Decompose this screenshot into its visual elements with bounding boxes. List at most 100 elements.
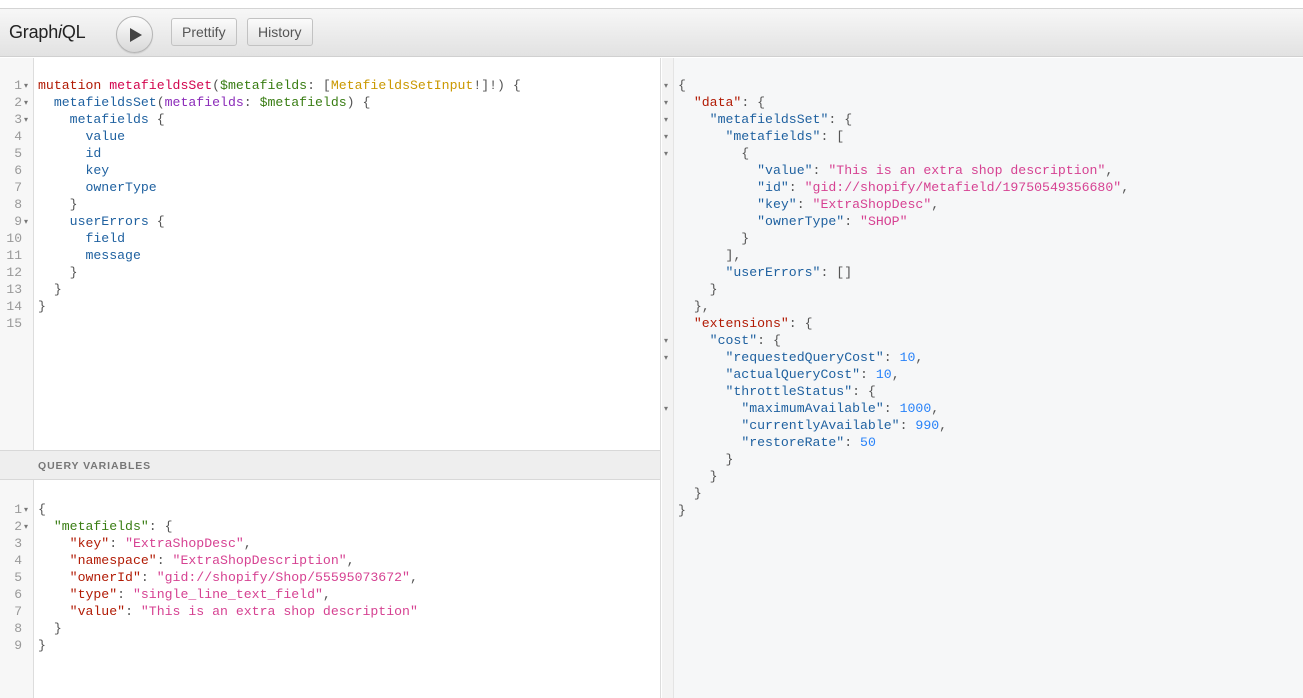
line-number: 4 — [14, 553, 22, 568]
line-number: 6 — [14, 163, 22, 178]
fold-arrow-icon — [24, 264, 34, 281]
query-editor-pane: 1 2 3 4 5 6 7 8 9 10 11 12 13 14 15 ▾ ▾ ▾ ▾ mutation met… — [0, 58, 661, 698]
fold-arrow-icon — [664, 519, 674, 536]
line-number: 6 — [14, 587, 22, 602]
line-number: 8 — [14, 197, 22, 212]
fold-arrow-icon: ▾ — [664, 149, 669, 158]
app-title-prefix: Graph — [9, 22, 59, 42]
query-line: message — [85, 248, 141, 263]
result-line: "metafieldsSet": { — [709, 112, 853, 127]
fold-arrow-icon: ▾ — [664, 132, 669, 141]
line-number: 2 — [14, 519, 22, 534]
line-number: 9 — [14, 638, 22, 653]
result-line: } — [678, 503, 686, 518]
fold-arrow-icon — [664, 281, 674, 298]
query-line: } — [38, 197, 78, 212]
fold-arrow-icon: ▾ — [664, 353, 669, 362]
fold-arrow-icon: ▾ — [664, 115, 669, 124]
fold-arrow-icon — [24, 552, 34, 569]
line-number: 10 — [6, 231, 22, 246]
result-line: "maximumAvailable": 1000, — [741, 401, 940, 416]
toolbar: GraphiQL Prettify History — [0, 9, 1303, 57]
line-number: 14 — [6, 299, 22, 314]
variables-fold-markers[interactable]: ▾ ▾ — [24, 501, 34, 654]
variables-line: "type": "single_line_text_field", — [69, 587, 331, 602]
fold-arrow-icon — [24, 196, 34, 213]
result-line: }, — [678, 299, 710, 314]
result-line: { — [678, 146, 750, 161]
query-line: } — [38, 265, 78, 280]
result-line: { — [678, 78, 686, 93]
result-line: "id": "gid://shopify/Metafield/197505493… — [757, 180, 1130, 195]
fold-arrow-icon — [664, 434, 674, 451]
variables-line: } — [38, 638, 46, 653]
line-number: 11 — [6, 248, 22, 263]
result-line: "data": { — [693, 95, 766, 110]
fold-arrow-icon — [24, 145, 34, 162]
query-line: } — [38, 299, 46, 314]
result-line: "value": "This is an extra shop descript… — [757, 163, 1114, 178]
fold-arrow-icon: ▾ — [24, 505, 29, 514]
variables-line: "value": "This is an extra shop descript… — [69, 604, 418, 619]
query-fold-markers[interactable]: ▾ ▾ ▾ ▾ — [24, 77, 34, 332]
fold-arrow-icon — [24, 128, 34, 145]
query-variables-header[interactable]: QUERY VARIABLES — [0, 450, 660, 480]
result-line: "restoreRate": 50 — [741, 435, 876, 450]
fold-arrow-icon — [664, 230, 674, 247]
result-line: } — [678, 452, 734, 467]
fold-arrow-icon — [664, 162, 674, 179]
line-number: 5 — [14, 146, 22, 161]
fold-arrow-icon — [24, 586, 34, 603]
fold-arrow-icon — [24, 315, 34, 332]
fold-arrow-icon: ▾ — [24, 522, 29, 531]
line-number: 7 — [14, 604, 22, 619]
fold-arrow-icon — [664, 468, 674, 485]
fold-arrow-icon — [664, 298, 674, 315]
fold-arrow-icon: ▾ — [24, 115, 29, 124]
fold-arrow-icon — [24, 247, 34, 264]
prettify-button[interactable]: Prettify — [171, 18, 237, 46]
query-line: ownerType — [85, 180, 157, 195]
variables-line: "metafields": { — [53, 519, 173, 534]
fold-arrow-icon — [664, 383, 674, 400]
fold-arrow-icon — [664, 179, 674, 196]
result-pane: ▾ ▾ ▾ ▾ ▾ ▾ ▾ ▾ { "data": { "metafieldsSet": … — [662, 58, 1303, 698]
result-line: } — [678, 231, 750, 246]
query-line: metafields { — [69, 112, 165, 127]
line-number: 2 — [14, 95, 22, 110]
fold-arrow-icon — [664, 264, 674, 281]
query-line-numbers: 1 2 3 4 5 6 7 8 9 10 11 12 13 14 15 — [0, 77, 22, 332]
query-code[interactable]: mutation metafieldsSet($metafields: [Met… — [38, 77, 521, 332]
fold-arrow-icon — [664, 451, 674, 468]
fold-arrow-icon: ▾ — [24, 217, 29, 226]
result-line: "extensions": { — [693, 316, 813, 331]
line-number: 4 — [14, 129, 22, 144]
fold-arrow-icon — [24, 162, 34, 179]
variables-line: } — [38, 621, 62, 636]
run-query-button[interactable] — [116, 16, 153, 53]
fold-arrow-icon — [24, 569, 34, 586]
result-line: "metafields": [ — [725, 129, 845, 144]
line-number: 9 — [14, 214, 22, 229]
result-line: "key": "ExtraShopDesc", — [757, 197, 940, 212]
result-line: "throttleStatus": { — [725, 384, 876, 399]
fold-arrow-icon — [664, 213, 674, 230]
query-variables-title: QUERY VARIABLES — [38, 460, 152, 472]
fold-arrow-icon — [24, 620, 34, 637]
variables-code[interactable]: { "metafields": { "key": "ExtraShopDesc"… — [38, 501, 418, 654]
result-line: "requestedQueryCost": 10, — [725, 350, 924, 365]
result-line: } — [678, 469, 718, 484]
app-title-suffix: QL — [61, 22, 86, 42]
fold-arrow-icon — [24, 179, 34, 196]
fold-arrow-icon: ▾ — [664, 336, 669, 345]
fold-arrow-icon — [664, 366, 674, 383]
history-button[interactable]: History — [247, 18, 313, 46]
variables-editor[interactable]: 123456789 ▾ ▾ { "metafields": { "key": "E… — [0, 480, 660, 698]
result-fold-markers[interactable]: ▾ ▾ ▾ ▾ ▾ ▾ ▾ ▾ — [664, 77, 674, 536]
line-number: 7 — [14, 180, 22, 195]
line-number: 8 — [14, 621, 22, 636]
fold-arrow-icon: ▾ — [664, 81, 669, 90]
query-editor[interactable]: 1 2 3 4 5 6 7 8 9 10 11 12 13 14 15 ▾ ▾ ▾ ▾ mutation met… — [0, 58, 660, 450]
fold-arrow-icon: ▾ — [664, 404, 669, 413]
fold-arrow-icon — [24, 637, 34, 654]
